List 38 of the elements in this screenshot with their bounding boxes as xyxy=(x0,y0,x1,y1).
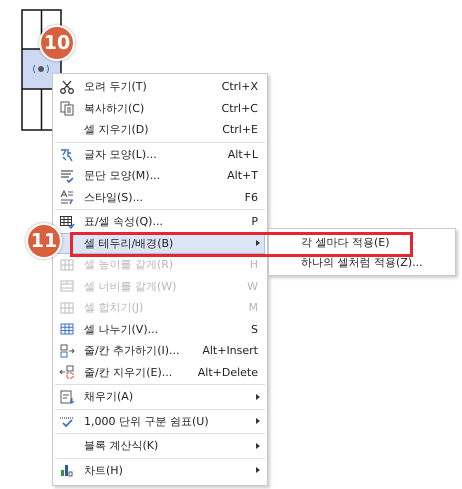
menu-item[interactable]: 셀 나누기(V)... S xyxy=(55,318,265,340)
row-height-icon xyxy=(59,256,75,273)
menu-item[interactable]: 복사하기(C) Ctrl+C xyxy=(55,98,265,119)
merge-cells-icon xyxy=(59,300,75,316)
cursor-icon xyxy=(33,64,49,74)
submenu-arrow-icon xyxy=(256,442,260,449)
submenu-arrow-icon xyxy=(256,418,260,424)
submenu-arrow-icon xyxy=(256,240,260,246)
paragraph-icon xyxy=(59,168,75,184)
menu-item[interactable]: 스타일(S)... F6 xyxy=(55,186,265,208)
submenu-arrow-icon xyxy=(256,394,260,400)
menu-item[interactable]: 차트(H) xyxy=(55,460,265,481)
menu-item[interactable]: 1,000 단위 구분 쉼표(U) xyxy=(55,410,265,432)
column-width-icon xyxy=(59,278,75,294)
copy-icon xyxy=(59,100,75,116)
submenu-arrow-icon xyxy=(256,467,260,474)
fill-icon xyxy=(59,388,75,405)
menu-item[interactable]: 표/셀 속성(Q)... P xyxy=(55,211,265,232)
menu-item[interactable]: 블록 계산식(K) xyxy=(55,435,265,456)
table-properties-icon xyxy=(59,214,75,230)
menu-item[interactable]: 줄/칸 추가하기(I)... Alt+Insert xyxy=(55,340,265,362)
menu-item[interactable]: 하나의 셀처럼 적용(Z)... xyxy=(271,252,453,272)
menu-item[interactable]: 채우기(A) xyxy=(55,386,265,408)
scissors-icon xyxy=(59,78,75,95)
step-badge: 11 xyxy=(26,223,62,259)
character-shape-icon xyxy=(59,146,75,162)
menu-item[interactable]: 셀 지우기(D) Ctrl+E xyxy=(55,119,265,140)
menu-item[interactable]: 글자 모양(L)... Alt+L xyxy=(55,144,265,165)
insert-row-icon xyxy=(59,342,75,359)
menu-item[interactable]: 문단 모양(M)... Alt+T xyxy=(55,165,265,186)
delete-row-icon xyxy=(59,364,75,380)
split-cells-icon xyxy=(59,321,75,338)
step-badge: 10 xyxy=(39,25,75,61)
menu-item[interactable]: 각 셀마다 적용(E) xyxy=(271,232,453,252)
menu-item[interactable]: 오려 두기(T) Ctrl+X xyxy=(55,76,265,98)
style-icon xyxy=(59,189,75,206)
chart-icon xyxy=(59,462,75,478)
menu-item[interactable]: 줄/칸 지우기(E)... Alt+Delete xyxy=(55,362,265,383)
